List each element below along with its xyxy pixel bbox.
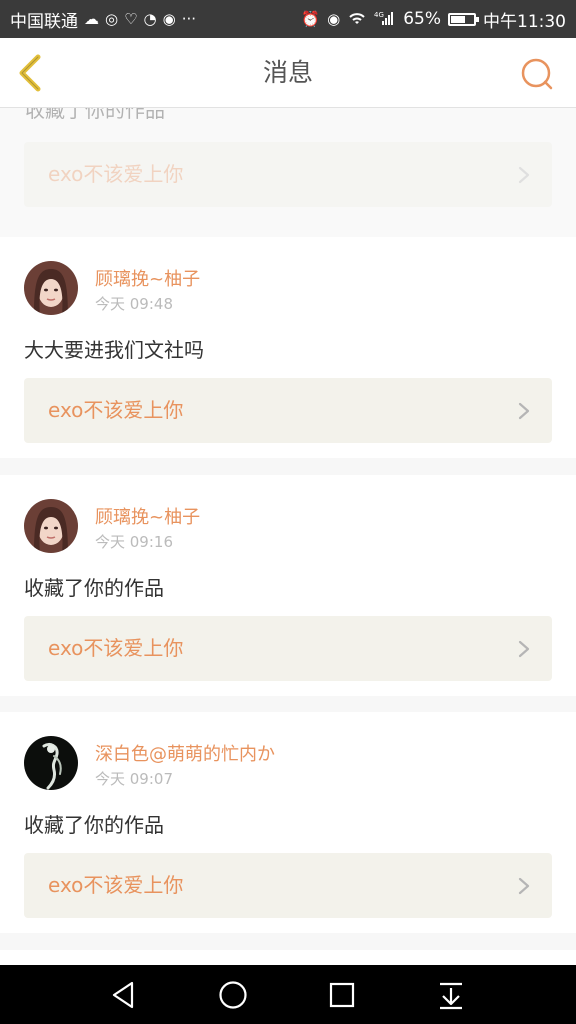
nav-recents-button[interactable]: [326, 979, 358, 1011]
nav-home-button[interactable]: [217, 979, 249, 1011]
avatar-image: [24, 499, 78, 553]
username[interactable]: 顾璃挽~柚子: [95, 503, 200, 529]
battery-icon: [448, 12, 479, 26]
search-button[interactable]: [520, 57, 554, 91]
message-text: 收藏了你的作品: [25, 108, 165, 122]
work-title: exo不该爱上你: [48, 873, 184, 897]
carrier-label: 中国联通: [10, 11, 78, 32]
username[interactable]: 深白色@萌萌的忙内か: [95, 740, 275, 766]
list-item[interactable]: 顾璃挽~柚子 今天 09:16 收藏了你的作品 exo不该爱上你: [0, 475, 576, 696]
back-triangle-icon: [112, 981, 134, 1009]
avatar-image: [24, 736, 78, 790]
avatar[interactable]: [24, 261, 78, 315]
alarm-icon: ⏰: [301, 9, 321, 28]
weibo-icon: ◎: [105, 9, 119, 28]
chevron-right-icon: [518, 166, 530, 184]
list-item[interactable]: 顾璃挽~柚子 今天 09:48 大大要进我们文社吗 exo不该爱上你: [0, 237, 576, 458]
chevron-right-icon: [518, 877, 530, 895]
list-item-faded[interactable]: 收藏了你的作品 exo不该爱上你: [0, 108, 576, 237]
status-right: ⏰ ◉ 4G 65% 中午11:30: [301, 7, 566, 32]
app-header: 消息: [0, 38, 576, 108]
work-title: exo不该爱上你: [48, 398, 184, 422]
nav-back-button[interactable]: [108, 979, 140, 1011]
work-link[interactable]: exo不该爱上你: [24, 853, 552, 918]
work-title: exo不该爱上你: [48, 162, 184, 186]
weather-icon: ☁: [84, 9, 99, 28]
work-link[interactable]: exo不该爱上你: [24, 616, 552, 681]
timestamp: 今天 09:48: [95, 295, 173, 313]
message-list[interactable]: 收藏了你的作品 exo不该爱上你 顾璃挽~柚子 今天 09:48 大大要进我们文…: [0, 108, 576, 965]
recents-square-icon: [329, 982, 355, 1008]
notification-pulldown-icon: [440, 982, 462, 1010]
message-text: 大大要进我们文社吗: [24, 338, 204, 362]
work-link[interactable]: exo不该爱上你: [24, 142, 552, 207]
clock: 中午11:30: [483, 11, 566, 32]
avatar[interactable]: [24, 736, 78, 790]
eye-icon: ◉: [327, 9, 341, 28]
battery-level: [451, 15, 466, 23]
nav-notification-button[interactable]: [435, 979, 467, 1011]
page-title: 消息: [262, 58, 313, 87]
avatar-image: [24, 261, 78, 315]
home-circle-icon: [219, 981, 247, 1009]
timestamp: 今天 09:07: [95, 770, 173, 788]
more-notifications-icon: ···: [181, 9, 197, 28]
health-icon: ♡: [124, 9, 138, 28]
list-item[interactable]: 深白色@萌萌的忙内か 今天 09:07 收藏了你的作品 exo不该爱上你: [0, 712, 576, 933]
screen: 中国联通 ☁ ◎ ♡ ◔ ◉ ··· ⏰ ◉ 4G 65% 中午11:30 消息…: [0, 0, 576, 1024]
message-text: 收藏了你的作品: [24, 576, 164, 600]
avatar[interactable]: [24, 499, 78, 553]
username[interactable]: 顾璃挽~柚子: [95, 265, 200, 291]
work-link[interactable]: exo不该爱上你: [24, 378, 552, 443]
list-item-partial[interactable]: [0, 950, 576, 965]
status-left: 中国联通 ☁ ◎ ♡ ◔ ◉ ···: [10, 7, 301, 32]
chevron-right-icon: [518, 402, 530, 420]
wifi-icon: [347, 10, 367, 29]
app-icon: ◔: [143, 9, 157, 28]
timestamp: 今天 09:16: [95, 533, 173, 551]
network-type-label: 4G: [374, 11, 384, 19]
message-text: 收藏了你的作品: [24, 813, 164, 837]
battery-percent: 65%: [403, 9, 441, 29]
status-bar: 中国联通 ☁ ◎ ♡ ◔ ◉ ··· ⏰ ◉ 4G 65% 中午11:30: [0, 0, 576, 38]
search-icon: [521, 58, 553, 90]
signal-icon: 4G: [374, 10, 396, 29]
work-title: exo不该爱上你: [48, 636, 184, 660]
chat-icon: ◉: [162, 9, 176, 28]
system-nav-bar: [0, 965, 576, 1024]
chevron-right-icon: [518, 640, 530, 658]
